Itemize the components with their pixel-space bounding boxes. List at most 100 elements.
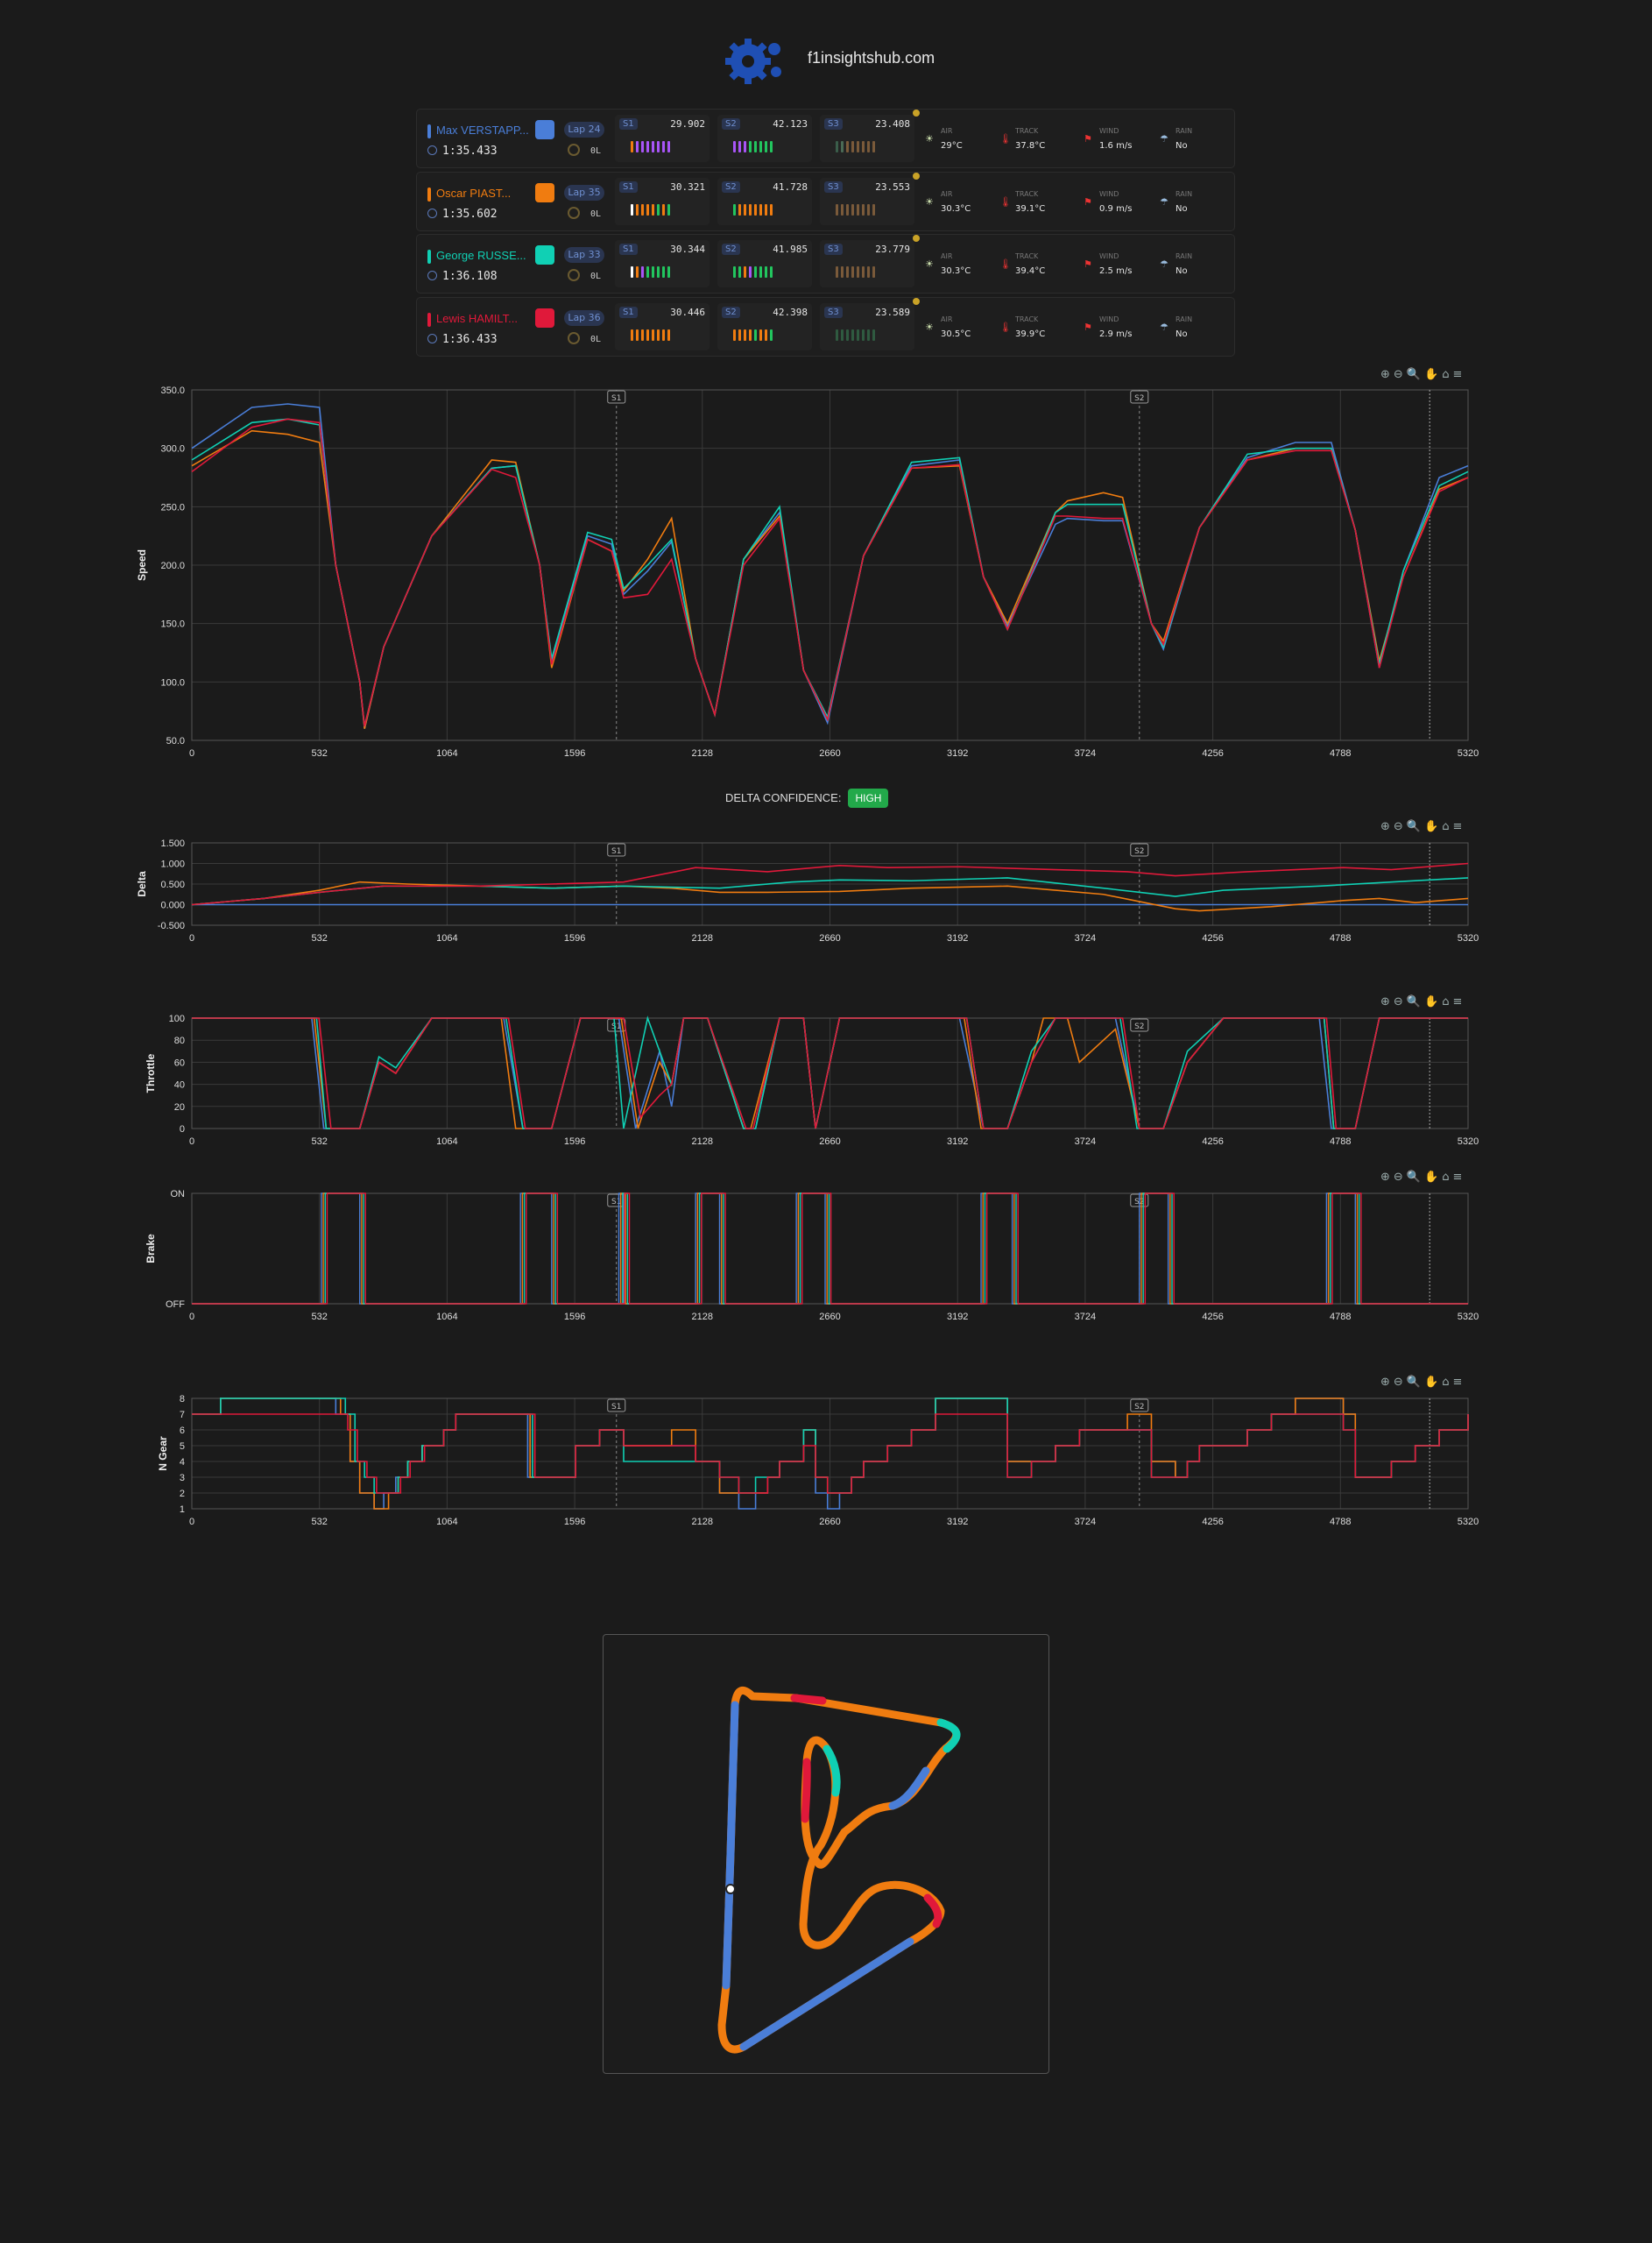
pan-icon[interactable]: ✋ (1424, 1171, 1442, 1184)
chart-delta[interactable]: 0 532 1064 1596 2128 2660 3192 3724 4256 4788 5320… (0, 834, 1652, 952)
tyre-age: 0L (590, 272, 602, 281)
magnify-icon[interactable]: 🔍 (1407, 820, 1424, 833)
zoom-in-icon[interactable]: ⊕ (1380, 1376, 1394, 1389)
driver-color-bar (427, 124, 431, 138)
pan-icon[interactable]: ✋ (1424, 820, 1442, 833)
chart-toolbar[interactable]: ⊕⊖🔍✋⌂≡ (1380, 1171, 1465, 1184)
chart-toolbar[interactable]: ⊕⊖🔍✋⌂≡ (1380, 1376, 1465, 1389)
mini-sector (765, 329, 767, 341)
chart-toolbar[interactable]: ⊕⊖🔍✋⌂≡ (1380, 995, 1465, 1008)
home-icon[interactable]: ⌂ (1442, 1376, 1452, 1389)
mini-sector (872, 141, 875, 152)
sector-label: S3 (824, 306, 843, 318)
track-segment-ver (739, 1937, 914, 2051)
zoom-out-icon[interactable]: ⊖ (1394, 995, 1407, 1008)
mini-sector (759, 203, 762, 216)
driver-row[interactable]: Max VERSTAPP... 1:35.433 Lap 24 0L S1 29… (416, 109, 1235, 168)
mini-sector (862, 203, 865, 216)
color-picker-button[interactable] (535, 245, 554, 265)
zoom-in-icon[interactable]: ⊕ (1380, 995, 1394, 1008)
mini-sector (657, 141, 660, 152)
zoom-in-icon[interactable]: ⊕ (1380, 820, 1394, 833)
sector-time: 30.321 (670, 180, 705, 193)
header: f1insightshub.com (0, 26, 1652, 93)
pan-icon[interactable]: ✋ (1424, 368, 1442, 381)
site-name[interactable]: f1insightshub.com (808, 49, 935, 67)
color-picker-button[interactable] (535, 120, 554, 139)
mini-sector (738, 203, 741, 216)
mini-sector (857, 203, 859, 216)
menu-icon[interactable]: ≡ (1452, 1171, 1465, 1184)
zoom-out-icon[interactable]: ⊖ (1394, 820, 1407, 833)
chart-toolbar[interactable]: ⊕⊖🔍✋⌂≡ (1380, 820, 1465, 833)
x-tick-label: 5320 (1458, 1517, 1479, 1527)
chart-toolbar[interactable]: ⊕⊖🔍✋⌂≡ (1380, 368, 1465, 381)
chart-brake[interactable]: 0 532 1064 1596 2128 2660 3192 3724 4256 4788 5320… (0, 1185, 1652, 1330)
mini-sector (646, 329, 649, 341)
menu-icon[interactable]: ≡ (1452, 820, 1465, 833)
magnify-icon[interactable]: 🔍 (1407, 1376, 1424, 1389)
lap-selector[interactable]: Lap 36 (564, 309, 604, 326)
zoom-out-icon[interactable]: ⊖ (1394, 368, 1407, 381)
mini-sector (851, 266, 854, 278)
driver-row[interactable]: Lewis HAMILT... 1:36.433 Lap 36 0L S1 30… (416, 296, 1235, 357)
lap-selector[interactable]: Lap 35 (564, 184, 604, 201)
zoom-in-icon[interactable]: ⊕ (1380, 1171, 1394, 1184)
magnify-icon[interactable]: 🔍 (1407, 368, 1424, 381)
mini-sector (765, 203, 767, 216)
home-icon[interactable]: ⌂ (1442, 995, 1452, 1008)
sector-label: S1 (619, 306, 638, 318)
x-tick-label: 4256 (1202, 1517, 1223, 1527)
home-icon[interactable]: ⌂ (1442, 368, 1452, 381)
menu-icon[interactable]: ≡ (1452, 995, 1465, 1008)
magnify-icon[interactable]: 🔍 (1407, 1171, 1424, 1184)
magnify-icon[interactable]: 🔍 (1407, 995, 1424, 1008)
wind-value: 2.5 m/s (1099, 266, 1133, 276)
driver-name[interactable]: Lewis HAMILT... (436, 312, 518, 325)
chart-speed[interactable]: 0 532 1064 1596 2128 2660 3192 3724 4256 4788 5320… (0, 381, 1652, 767)
zoom-out-icon[interactable]: ⊖ (1394, 1376, 1407, 1389)
chart-n-gear[interactable]: 0 532 1064 1596 2128 2660 3192 3724 4256 4788 5320… (0, 1390, 1652, 1535)
tyre-icon (568, 144, 580, 156)
sector-s3: S3 23.779 (820, 240, 914, 287)
sector-marker-label: S2 (1134, 1022, 1144, 1031)
track-value: 39.9°C (1015, 329, 1046, 339)
sector-time: 42.123 (773, 118, 808, 130)
lap-selector[interactable]: Lap 33 (564, 247, 604, 263)
x-tick-label: 4256 (1202, 1312, 1223, 1322)
menu-icon[interactable]: ≡ (1452, 1376, 1465, 1389)
y-tick-label: 0 (180, 1124, 185, 1135)
x-tick-label: 1596 (564, 1517, 585, 1527)
track-label: TRACK (1015, 127, 1039, 135)
pan-icon[interactable]: ✋ (1424, 995, 1442, 1008)
lap-selector[interactable]: Lap 24 (564, 122, 604, 138)
x-tick-label: 0 (189, 933, 194, 944)
sector-s1: S1 30.321 (615, 177, 710, 225)
mini-sector (641, 329, 644, 341)
zoom-out-icon[interactable]: ⊖ (1394, 1171, 1407, 1184)
mini-sector (657, 266, 660, 278)
x-tick-label: 4788 (1330, 933, 1351, 944)
zoom-in-icon[interactable]: ⊕ (1380, 368, 1394, 381)
menu-icon[interactable]: ≡ (1452, 368, 1465, 381)
home-icon[interactable]: ⌂ (1442, 1171, 1452, 1184)
driver-name[interactable]: Oscar PIAST... (436, 187, 511, 200)
color-picker-button[interactable] (535, 182, 554, 202)
home-icon[interactable]: ⌂ (1442, 820, 1452, 833)
track-icon: 🌡 (999, 258, 1012, 270)
mini-sector (631, 266, 633, 278)
chart-throttle[interactable]: 0 532 1064 1596 2128 2660 3192 3724 4256 4788 5320… (0, 1009, 1652, 1155)
track-position-dot (725, 1884, 736, 1894)
mini-sector (667, 141, 670, 152)
mini-sectors (836, 139, 878, 152)
driver-row[interactable]: Oscar PIAST... 1:35.602 Lap 35 0L S1 30.… (416, 171, 1235, 231)
wind-icon: ⚑ (1084, 133, 1092, 145)
color-picker-button[interactable] (535, 308, 554, 328)
mini-sector (846, 141, 849, 152)
x-tick-label: 2128 (692, 1136, 713, 1147)
track-icon: 🌡 (999, 321, 1012, 333)
driver-name[interactable]: George RUSSE... (436, 249, 526, 262)
pan-icon[interactable]: ✋ (1424, 1376, 1442, 1389)
driver-row[interactable]: George RUSSE... 1:36.108 Lap 33 0L S1 30… (416, 234, 1235, 294)
driver-name[interactable]: Max VERSTAPP... (436, 124, 529, 137)
